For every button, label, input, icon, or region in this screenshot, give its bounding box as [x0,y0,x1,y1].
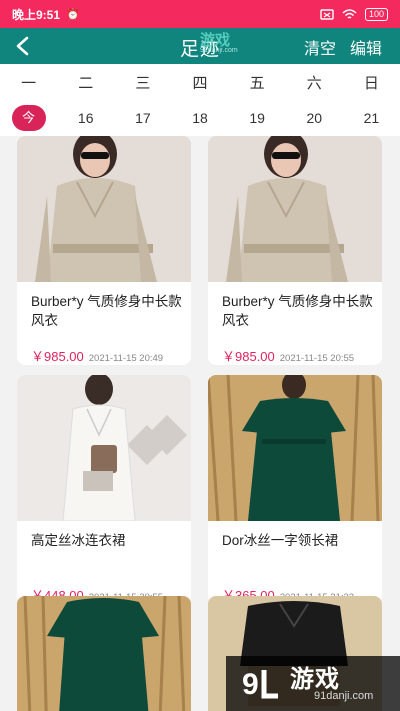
product-card[interactable] [17,596,191,711]
date-cell[interactable]: 20 [286,110,343,126]
week-calendar: 一 二 三 四 五 六 日 今 16 17 18 19 20 21 [0,64,400,136]
product-name[interactable]: 高定丝冰连衣裙 [17,521,191,569]
view-time: 2021-11-15 20:55 [279,353,355,364]
date-cell[interactable]: 21 [343,110,400,126]
product-name[interactable]: Burber*y 气质修身中长款风衣 [208,282,382,330]
date-row: 今 16 17 18 19 20 21 [0,100,400,136]
watermark-site: 91danji.com [314,690,374,702]
product-image[interactable] [17,136,191,282]
product-card[interactable]: Burber*y 气质修身中长款风衣 ￥985.00 2021-11-15 20… [17,136,191,365]
header-watermark: 游戏 91danji.com [200,29,238,54]
watermark-logo-icon: 9 [242,668,278,701]
product-price: ￥985.00 [222,349,275,364]
battery-icon: 100 [364,7,388,21]
weekday-label: 五 [249,74,265,92]
green-dress-photo [17,596,191,711]
weekday-row: 一 二 三 四 五 六 日 [0,64,400,100]
view-time: 2021-11-15 20:49 [88,353,164,364]
product-card[interactable]: Dor冰丝一字领长裙 ￥365.00 2021-11-15 21:22 [208,375,382,604]
weekday-label: 六 [306,74,322,92]
sim-icon [320,8,334,20]
weekday-label: 二 [78,74,94,92]
watermark-logo-text: 游戏 [290,666,340,693]
product-image[interactable] [208,136,382,282]
footprint-grid: Burber*y 气质修身中长款风衣 ￥985.00 2021-11-15 20… [0,136,400,711]
status-time: 晚上9:51 [12,7,61,22]
weekday-label: 三 [135,74,151,92]
weekday-label: 日 [363,74,379,92]
wifi-icon [342,8,357,19]
green-dress-photo [208,375,382,521]
product-name[interactable]: Dor冰丝一字领长裙 [208,521,382,569]
product-meta: ￥985.00 2021-11-15 20:55 [208,330,382,365]
trench-coat-photo [17,136,191,282]
product-card[interactable]: 高定丝冰连衣裙 ￥448.00 2021-11-15 20:55 [17,375,191,604]
product-price: ￥985.00 [31,349,84,364]
weekday-label: 一 [21,74,37,92]
product-meta: ￥985.00 2021-11-15 20:49 [17,330,191,365]
date-cell[interactable]: 19 [229,110,286,126]
product-image[interactable] [208,375,382,521]
svg-text:9: 9 [242,668,259,701]
status-bar: 晚上9:51 ⏰ 100 [0,0,400,28]
watermark-site: 91danji.com [200,47,238,54]
trench-coat-photo [208,136,382,282]
edit-button[interactable]: 编辑 [350,35,382,59]
date-cell[interactable]: 16 [57,110,114,126]
product-image[interactable] [17,375,191,521]
clear-button[interactable]: 清空 [304,35,336,59]
weekday-label: 四 [192,74,208,92]
today-badge[interactable]: 今 [11,105,46,131]
date-cell[interactable]: 17 [114,110,171,126]
app-header: 足迹 游戏 91danji.com 清空 编辑 [0,28,400,64]
date-cell[interactable]: 18 [171,110,228,126]
alarm-icon: ⏰ [66,8,80,21]
bottom-watermark: 9 游戏 91danji.com [226,656,400,711]
product-image[interactable] [17,596,191,711]
product-card[interactable]: Burber*y 气质修身中长款风衣 ￥985.00 2021-11-15 20… [208,136,382,365]
white-dress-photo [17,375,191,521]
product-name[interactable]: Burber*y 气质修身中长款风衣 [17,282,191,330]
date-cell-today[interactable]: 今 [0,105,57,131]
